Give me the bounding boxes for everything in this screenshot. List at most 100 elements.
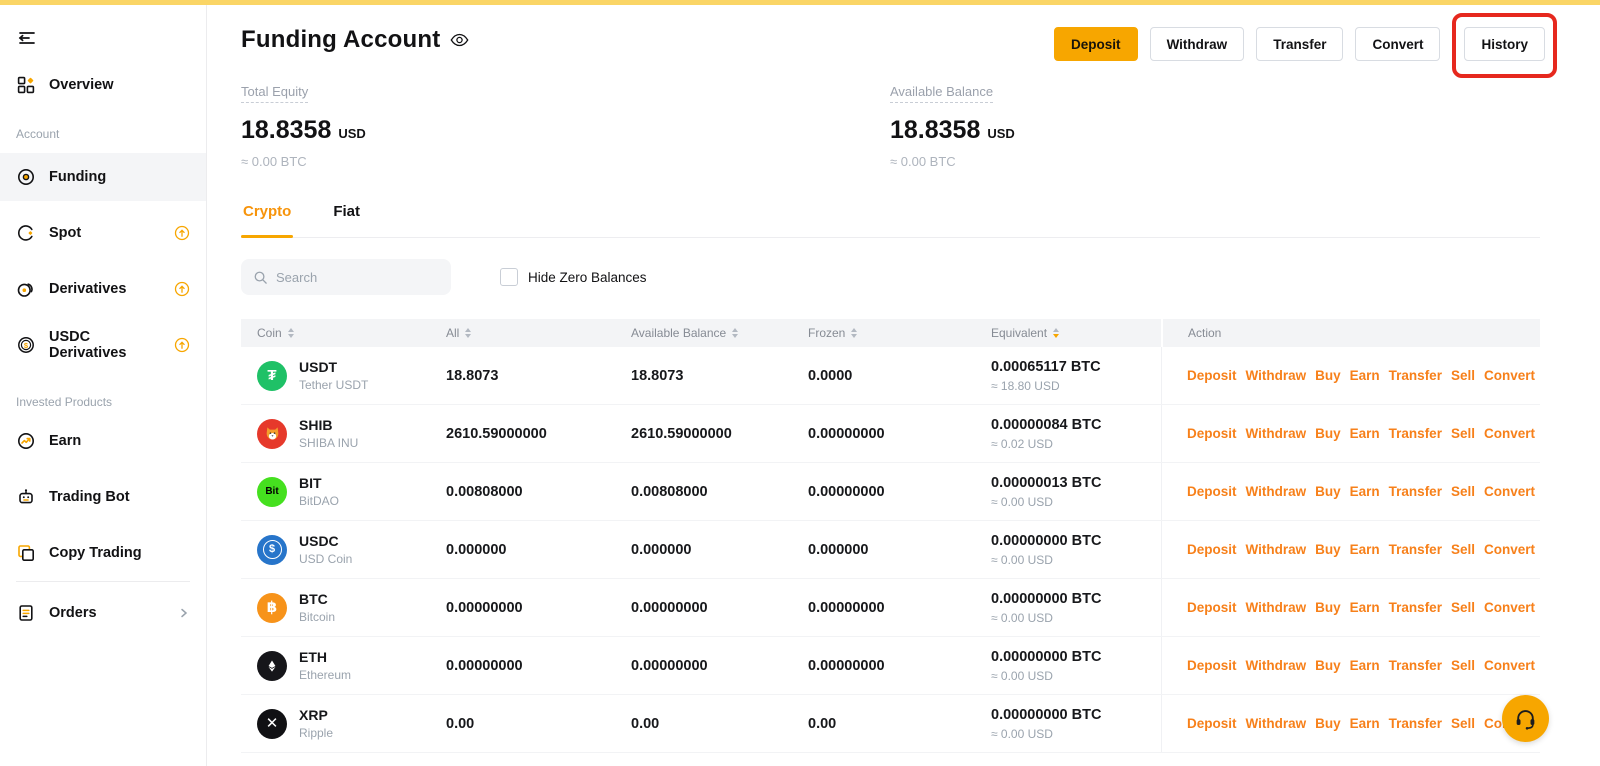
action-link[interactable]: Earn [1350, 542, 1380, 557]
total-equity-btc: ≈ 0.00 BTC [241, 154, 366, 169]
transfer-button[interactable]: Transfer [1256, 27, 1343, 61]
action-link[interactable]: Buy [1315, 600, 1341, 615]
action-link[interactable]: Sell [1451, 658, 1475, 673]
convert-button[interactable]: Convert [1355, 27, 1440, 61]
equivalent-usd: ≈ 0.00 USD [991, 553, 1161, 567]
coin-name: BitDAO [299, 494, 339, 508]
hide-zero-balances-checkbox[interactable] [500, 268, 518, 286]
action-link[interactable]: Withdraw [1246, 600, 1307, 615]
action-link[interactable]: Transfer [1389, 426, 1442, 441]
action-link[interactable]: Convert [1484, 484, 1535, 499]
overview-grid-icon [16, 75, 36, 95]
action-link[interactable]: Sell [1451, 600, 1475, 615]
cell-actions: Deposit Withdraw Buy Earn Transfer Sell Conver… [1161, 347, 1540, 404]
action-link[interactable]: Convert [1484, 600, 1535, 615]
history-button[interactable]: History [1464, 27, 1545, 61]
action-link[interactable]: Deposit [1187, 426, 1237, 441]
sidebar-item-earn[interactable]: Earn [0, 417, 206, 465]
sidebar-item-label: USDC Derivatives [49, 329, 161, 361]
action-link[interactable]: Earn [1350, 368, 1380, 383]
action-link[interactable]: Transfer [1389, 484, 1442, 499]
column-header-coin[interactable]: Coin [241, 319, 431, 347]
action-link[interactable]: Withdraw [1246, 484, 1307, 499]
cell-equivalent: 0.00000000 BTC ≈ 0.00 USD [976, 533, 1161, 567]
action-link[interactable]: Deposit [1187, 368, 1237, 383]
action-link[interactable]: Earn [1350, 716, 1380, 731]
table-row: ฿ BTCBitcoin 0.00000000 0.00000000 0.000… [241, 579, 1540, 637]
available-balance-label: Available Balance [890, 84, 993, 103]
equivalent-usd: ≈ 0.00 USD [991, 669, 1161, 683]
action-link[interactable]: Sell [1451, 542, 1475, 557]
action-link[interactable]: Deposit [1187, 600, 1237, 615]
action-link[interactable]: Sell [1451, 426, 1475, 441]
cell-equivalent: 0.00065117 BTC ≈ 18.80 USD [976, 359, 1161, 393]
action-link[interactable]: Deposit [1187, 658, 1237, 673]
available-balance-stat: Available Balance 18.8358USD ≈ 0.00 BTC [890, 83, 1015, 169]
action-link[interactable]: Withdraw [1246, 658, 1307, 673]
action-link[interactable]: Sell [1451, 368, 1475, 383]
action-link[interactable]: Buy [1315, 484, 1341, 499]
action-link[interactable]: Transfer [1389, 542, 1442, 557]
cell-frozen: 0.00000000 [793, 658, 976, 674]
column-header-equivalent[interactable]: Equivalent [976, 319, 1161, 347]
action-link[interactable]: Convert [1484, 658, 1535, 673]
action-link[interactable]: Transfer [1389, 600, 1442, 615]
cell-all: 2610.59000000 [431, 426, 616, 442]
deposit-button[interactable]: Deposit [1054, 27, 1138, 61]
cell-available-balance: 0.00000000 [616, 658, 793, 674]
collapse-sidebar-icon[interactable] [16, 27, 38, 49]
action-link[interactable]: Earn [1350, 600, 1380, 615]
sidebar-item-funding[interactable]: Funding [0, 153, 206, 201]
action-link[interactable]: Deposit [1187, 716, 1237, 731]
available-balance-currency: USD [987, 126, 1014, 141]
action-link[interactable]: Transfer [1389, 368, 1442, 383]
tab-fiat[interactable]: Fiat [331, 201, 362, 237]
column-header-available-balance[interactable]: Available Balance [616, 319, 793, 347]
action-link[interactable]: Withdraw [1246, 426, 1307, 441]
column-header-all[interactable]: All [431, 319, 616, 347]
sort-icon [465, 328, 471, 338]
column-header-frozen[interactable]: Frozen [793, 319, 976, 347]
action-link[interactable]: Buy [1315, 716, 1341, 731]
action-link[interactable]: Transfer [1389, 658, 1442, 673]
coin-symbol: SHIB [299, 417, 358, 433]
action-link[interactable]: Withdraw [1246, 542, 1307, 557]
sidebar-item-orders[interactable]: Orders [0, 589, 206, 637]
cell-actions: Deposit Withdraw Buy Earn Transfer Sell Conver… [1161, 637, 1540, 694]
cell-equivalent: 0.00000084 BTC ≈ 0.02 USD [976, 417, 1161, 451]
action-link[interactable]: Buy [1315, 368, 1341, 383]
cell-all: 0.00000000 [431, 600, 616, 616]
sidebar-item-spot[interactable]: Spot [0, 209, 206, 257]
action-link[interactable]: Transfer [1389, 716, 1442, 731]
action-link[interactable]: Sell [1451, 484, 1475, 499]
cell-actions: DepositWithdrawBuyEarnTransferSellConver… [1161, 695, 1540, 752]
action-link[interactable]: Convert [1484, 368, 1535, 383]
chevron-right-icon [178, 607, 190, 619]
sidebar-item-derivatives[interactable]: Derivatives [0, 265, 206, 313]
action-link[interactable]: Buy [1315, 542, 1341, 557]
action-link[interactable]: Deposit [1187, 484, 1237, 499]
cell-equivalent: 0.00000000 BTC ≈ 0.00 USD [976, 591, 1161, 625]
tab-crypto[interactable]: Crypto [241, 201, 293, 237]
support-chat-button[interactable] [1502, 695, 1549, 742]
action-link[interactable]: Withdraw [1246, 368, 1307, 383]
action-link[interactable]: Withdraw [1246, 716, 1307, 731]
action-link[interactable]: Earn [1350, 426, 1380, 441]
action-link[interactable]: Earn [1350, 658, 1380, 673]
search-input[interactable] [276, 270, 426, 285]
sidebar-item-overview[interactable]: Overview [0, 61, 206, 109]
action-link[interactable]: Convert [1484, 542, 1535, 557]
sidebar-item-trading-bot[interactable]: Trading Bot [0, 473, 206, 521]
action-link[interactable]: Buy [1315, 426, 1341, 441]
action-link[interactable]: Convert [1484, 426, 1535, 441]
action-link[interactable]: Deposit [1187, 542, 1237, 557]
withdraw-button[interactable]: Withdraw [1150, 27, 1245, 61]
action-link[interactable]: Buy [1315, 658, 1341, 673]
eye-icon[interactable] [450, 33, 469, 47]
action-link[interactable]: Sell [1451, 716, 1475, 731]
coin-icon [257, 419, 287, 449]
sidebar-item-copy-trading[interactable]: Copy Trading [0, 529, 206, 577]
action-link[interactable]: Earn [1350, 484, 1380, 499]
sidebar-item-usdc-derivatives[interactable]: $ USDC Derivatives [0, 321, 206, 369]
cell-equivalent: 0.00000000 BTC ≈ 0.00 USD [976, 707, 1161, 741]
